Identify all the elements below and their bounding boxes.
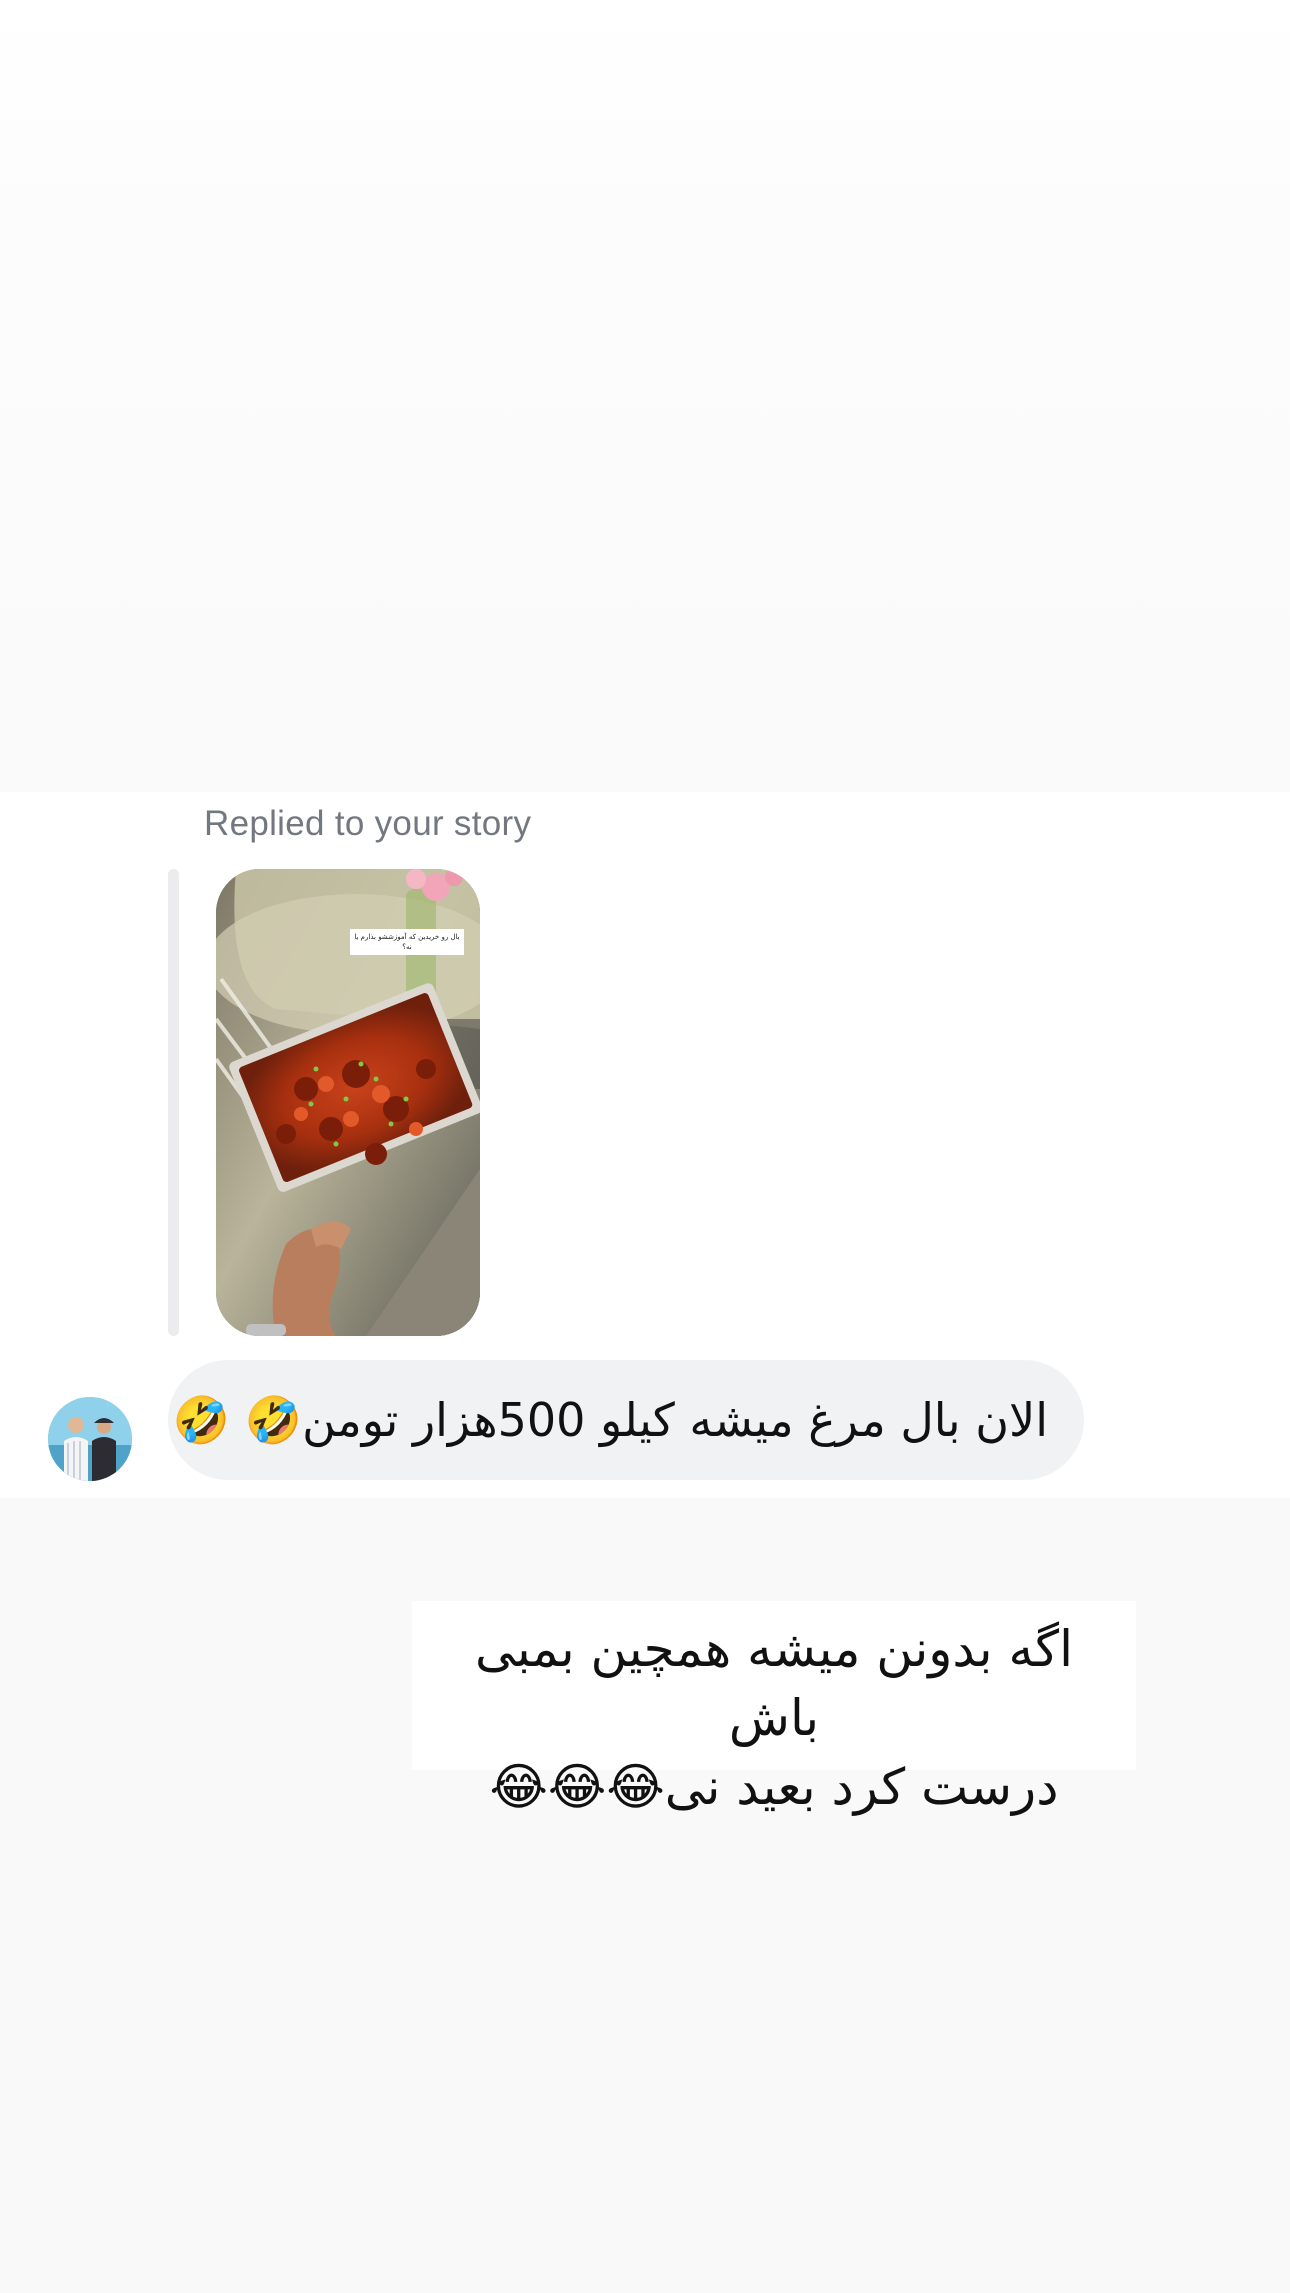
- sender-avatar[interactable]: [48, 1397, 132, 1481]
- note-line-2: درست کرد بعید نی😂😂😂: [489, 1758, 1059, 1816]
- message-text: الان بال مرغ میشه کیلو 500هزار تومن🤣 🤣: [172, 1393, 1048, 1447]
- story-caption: بال رو خریدین که آموزششو بذارم یا نه؟: [350, 929, 464, 955]
- story-thumbnail[interactable]: بال رو خریدین که آموزششو بذارم یا نه؟: [216, 869, 480, 1336]
- note-text: اگه بدونن میشه همچین بمبی باش درست کرد ب…: [432, 1615, 1116, 1822]
- message-bubble[interactable]: الان بال مرغ میشه کیلو 500هزار تومن🤣 🤣: [168, 1360, 1084, 1480]
- note-line-1: اگه بدونن میشه همچین بمبی باش: [475, 1620, 1073, 1747]
- replied-to-story-label: Replied to your story: [204, 804, 532, 843]
- note-card: اگه بدونن میشه همچین بمبی باش درست کرد ب…: [412, 1601, 1136, 1816]
- avatar-photo: [48, 1397, 132, 1481]
- reply-quote-bar: [168, 869, 179, 1336]
